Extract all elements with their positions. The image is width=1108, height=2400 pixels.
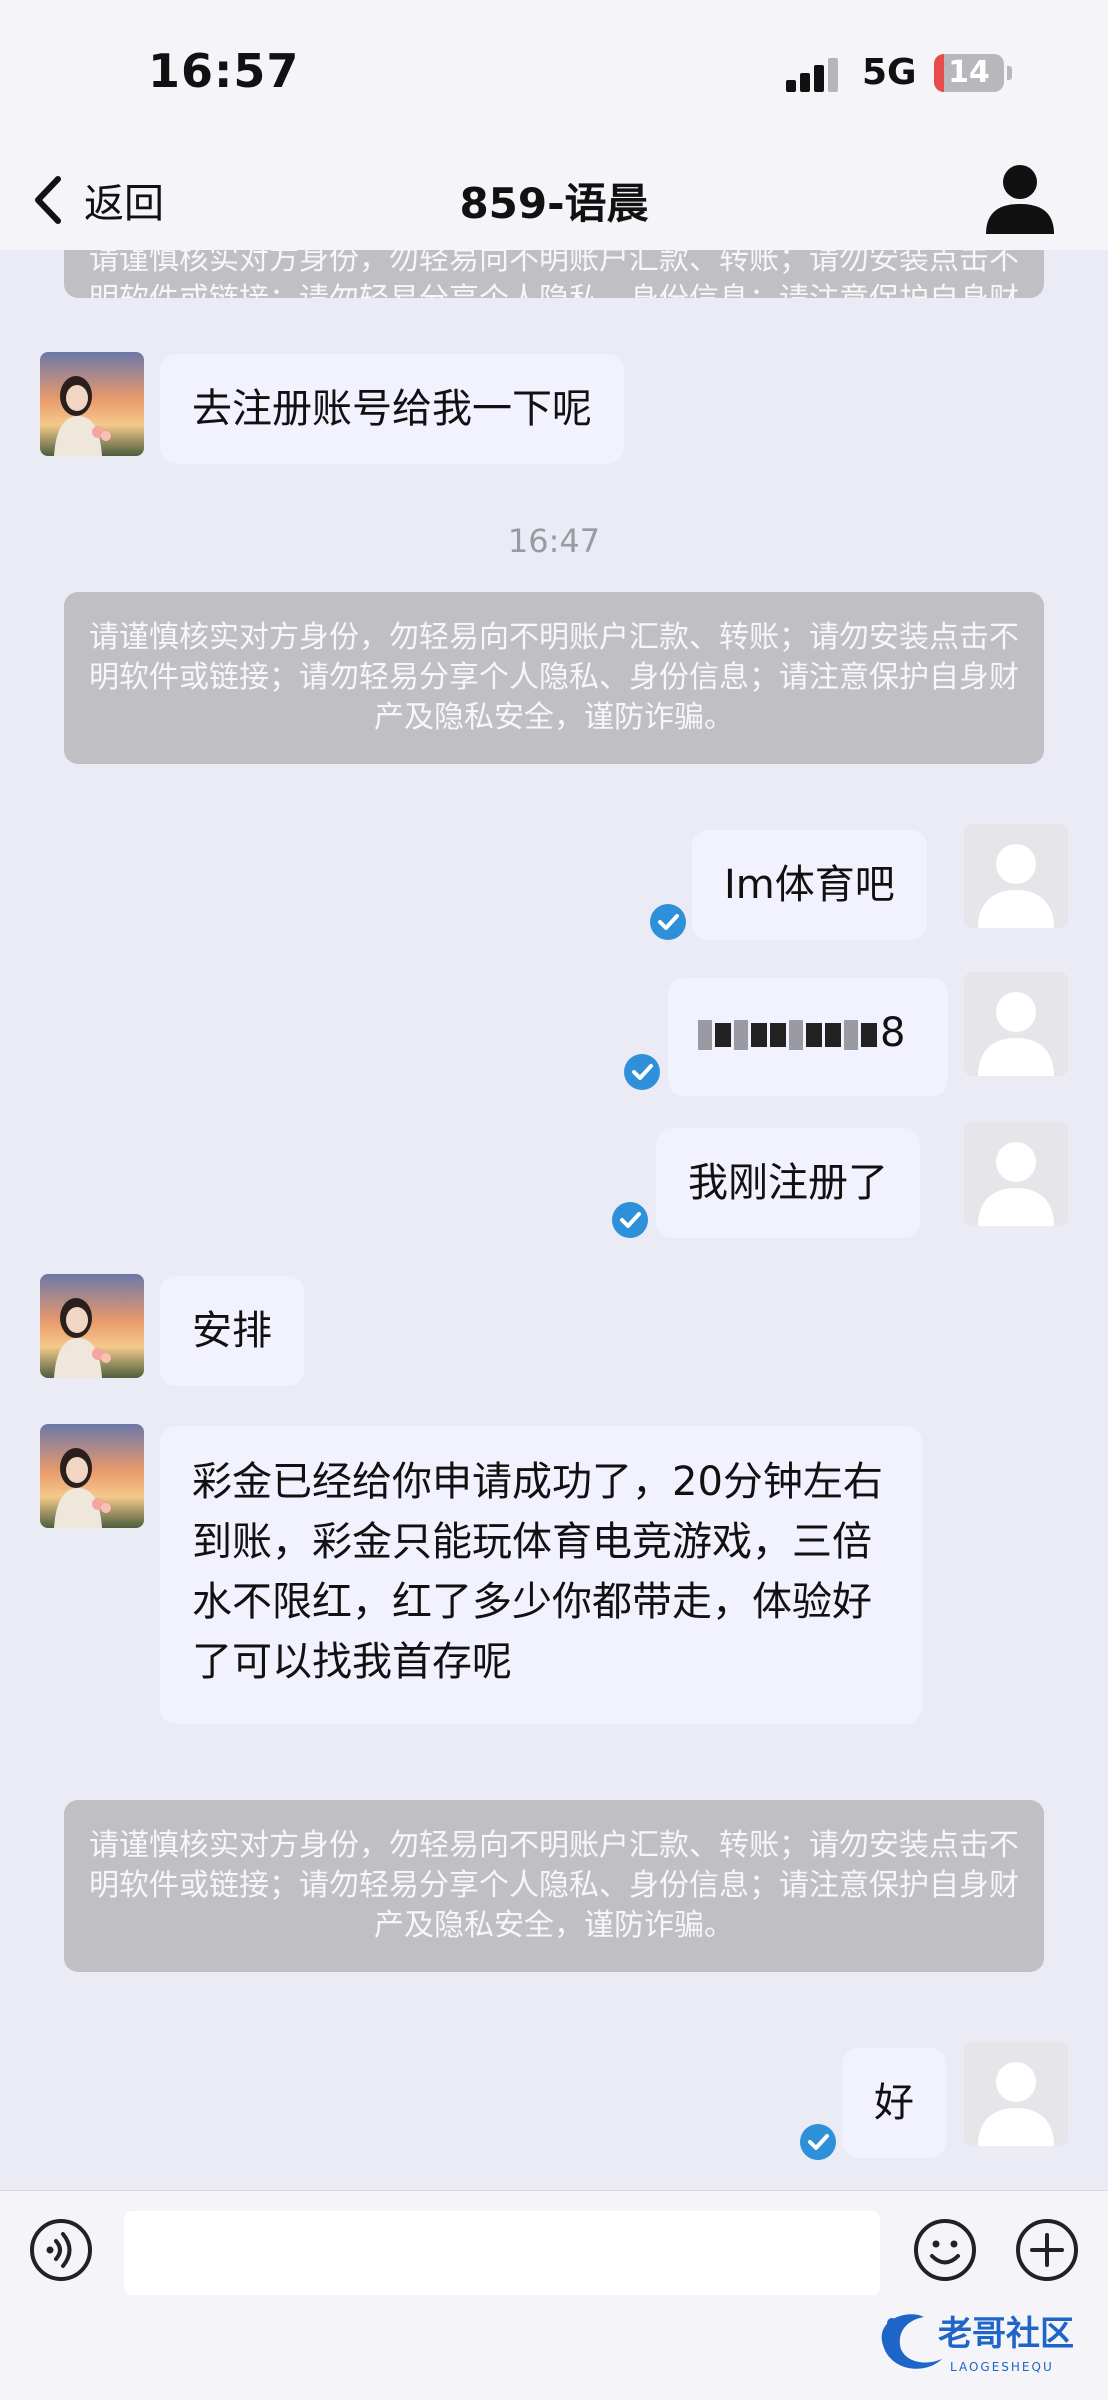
my-avatar[interactable] [964,972,1068,1076]
person-icon[interactable] [980,158,1060,238]
message-timestamp: 16:47 [507,522,601,560]
chat-list[interactable]: 请谨慎核实对方身份，勿轻易向不明账户汇款、转账；请勿安装点击不明软件或链接；请勿… [0,250,1108,2190]
message-bubble[interactable]: 彩金已经给你申请成功了，20分钟左右到账，彩金只能玩体育电竞游戏，三倍水不限红，… [160,1426,922,1724]
safety-notice: 请谨慎核实对方身份，勿轻易向不明账户汇款、转账；请勿安装点击不明软件或链接；请勿… [64,1800,1044,1972]
battery-icon: 14 [934,54,1012,92]
page-title: 859-语晨 [459,179,649,228]
contact-avatar[interactable] [40,1424,144,1528]
voice-icon[interactable] [28,2217,94,2283]
status-time: 16:57 [148,44,300,98]
my-avatar[interactable] [964,2042,1068,2146]
safety-notice: 请谨慎核实对方身份，勿轻易向不明账户汇款、转账；请勿安装点击不明软件或链接；请勿… [64,592,1044,764]
watermark-text: 老哥社区 [938,2314,1074,2354]
contact-avatar[interactable] [40,1274,144,1378]
message-input[interactable] [124,2211,880,2295]
obscured-message-bubble[interactable]: 8 [668,978,948,1096]
message-bubble[interactable]: 我刚注册了 [656,1128,920,1238]
watermark-logo: 老哥社区 LAOGESHEQU [881,2314,1074,2374]
input-bar: 老哥社区 LAOGESHEQU [0,2190,1108,2400]
read-check-icon [624,1054,660,1090]
my-avatar[interactable] [964,1122,1068,1226]
nav-bar: 返回 859-语晨 [0,150,1108,250]
emoji-icon[interactable] [912,2217,978,2283]
message-bubble[interactable]: Im体育吧 [692,830,927,940]
read-check-icon [650,904,686,940]
status-bar: 16:57 5G 14 [0,0,1108,150]
safety-notice: 请谨慎核实对方身份，勿轻易向不明账户汇款、转账；请勿安装点击不明软件或链接；请勿… [64,250,1044,298]
network-type: 5G [862,52,917,93]
plus-icon[interactable] [1014,2217,1080,2283]
battery-level: 14 [948,55,990,90]
message-bubble[interactable]: 好 [842,2048,946,2158]
signal-icon [786,58,842,92]
watermark-subtext: LAOGESHEQU [950,2360,1054,2374]
my-avatar[interactable] [964,824,1068,928]
read-check-icon [612,1202,648,1238]
contact-avatar[interactable] [40,352,144,456]
message-bubble[interactable]: 去注册账号给我一下呢 [160,354,624,464]
message-visible-fragment: 8 [880,1010,906,1056]
message-bubble[interactable]: 安排 [160,1276,304,1386]
read-check-icon [800,2124,836,2160]
